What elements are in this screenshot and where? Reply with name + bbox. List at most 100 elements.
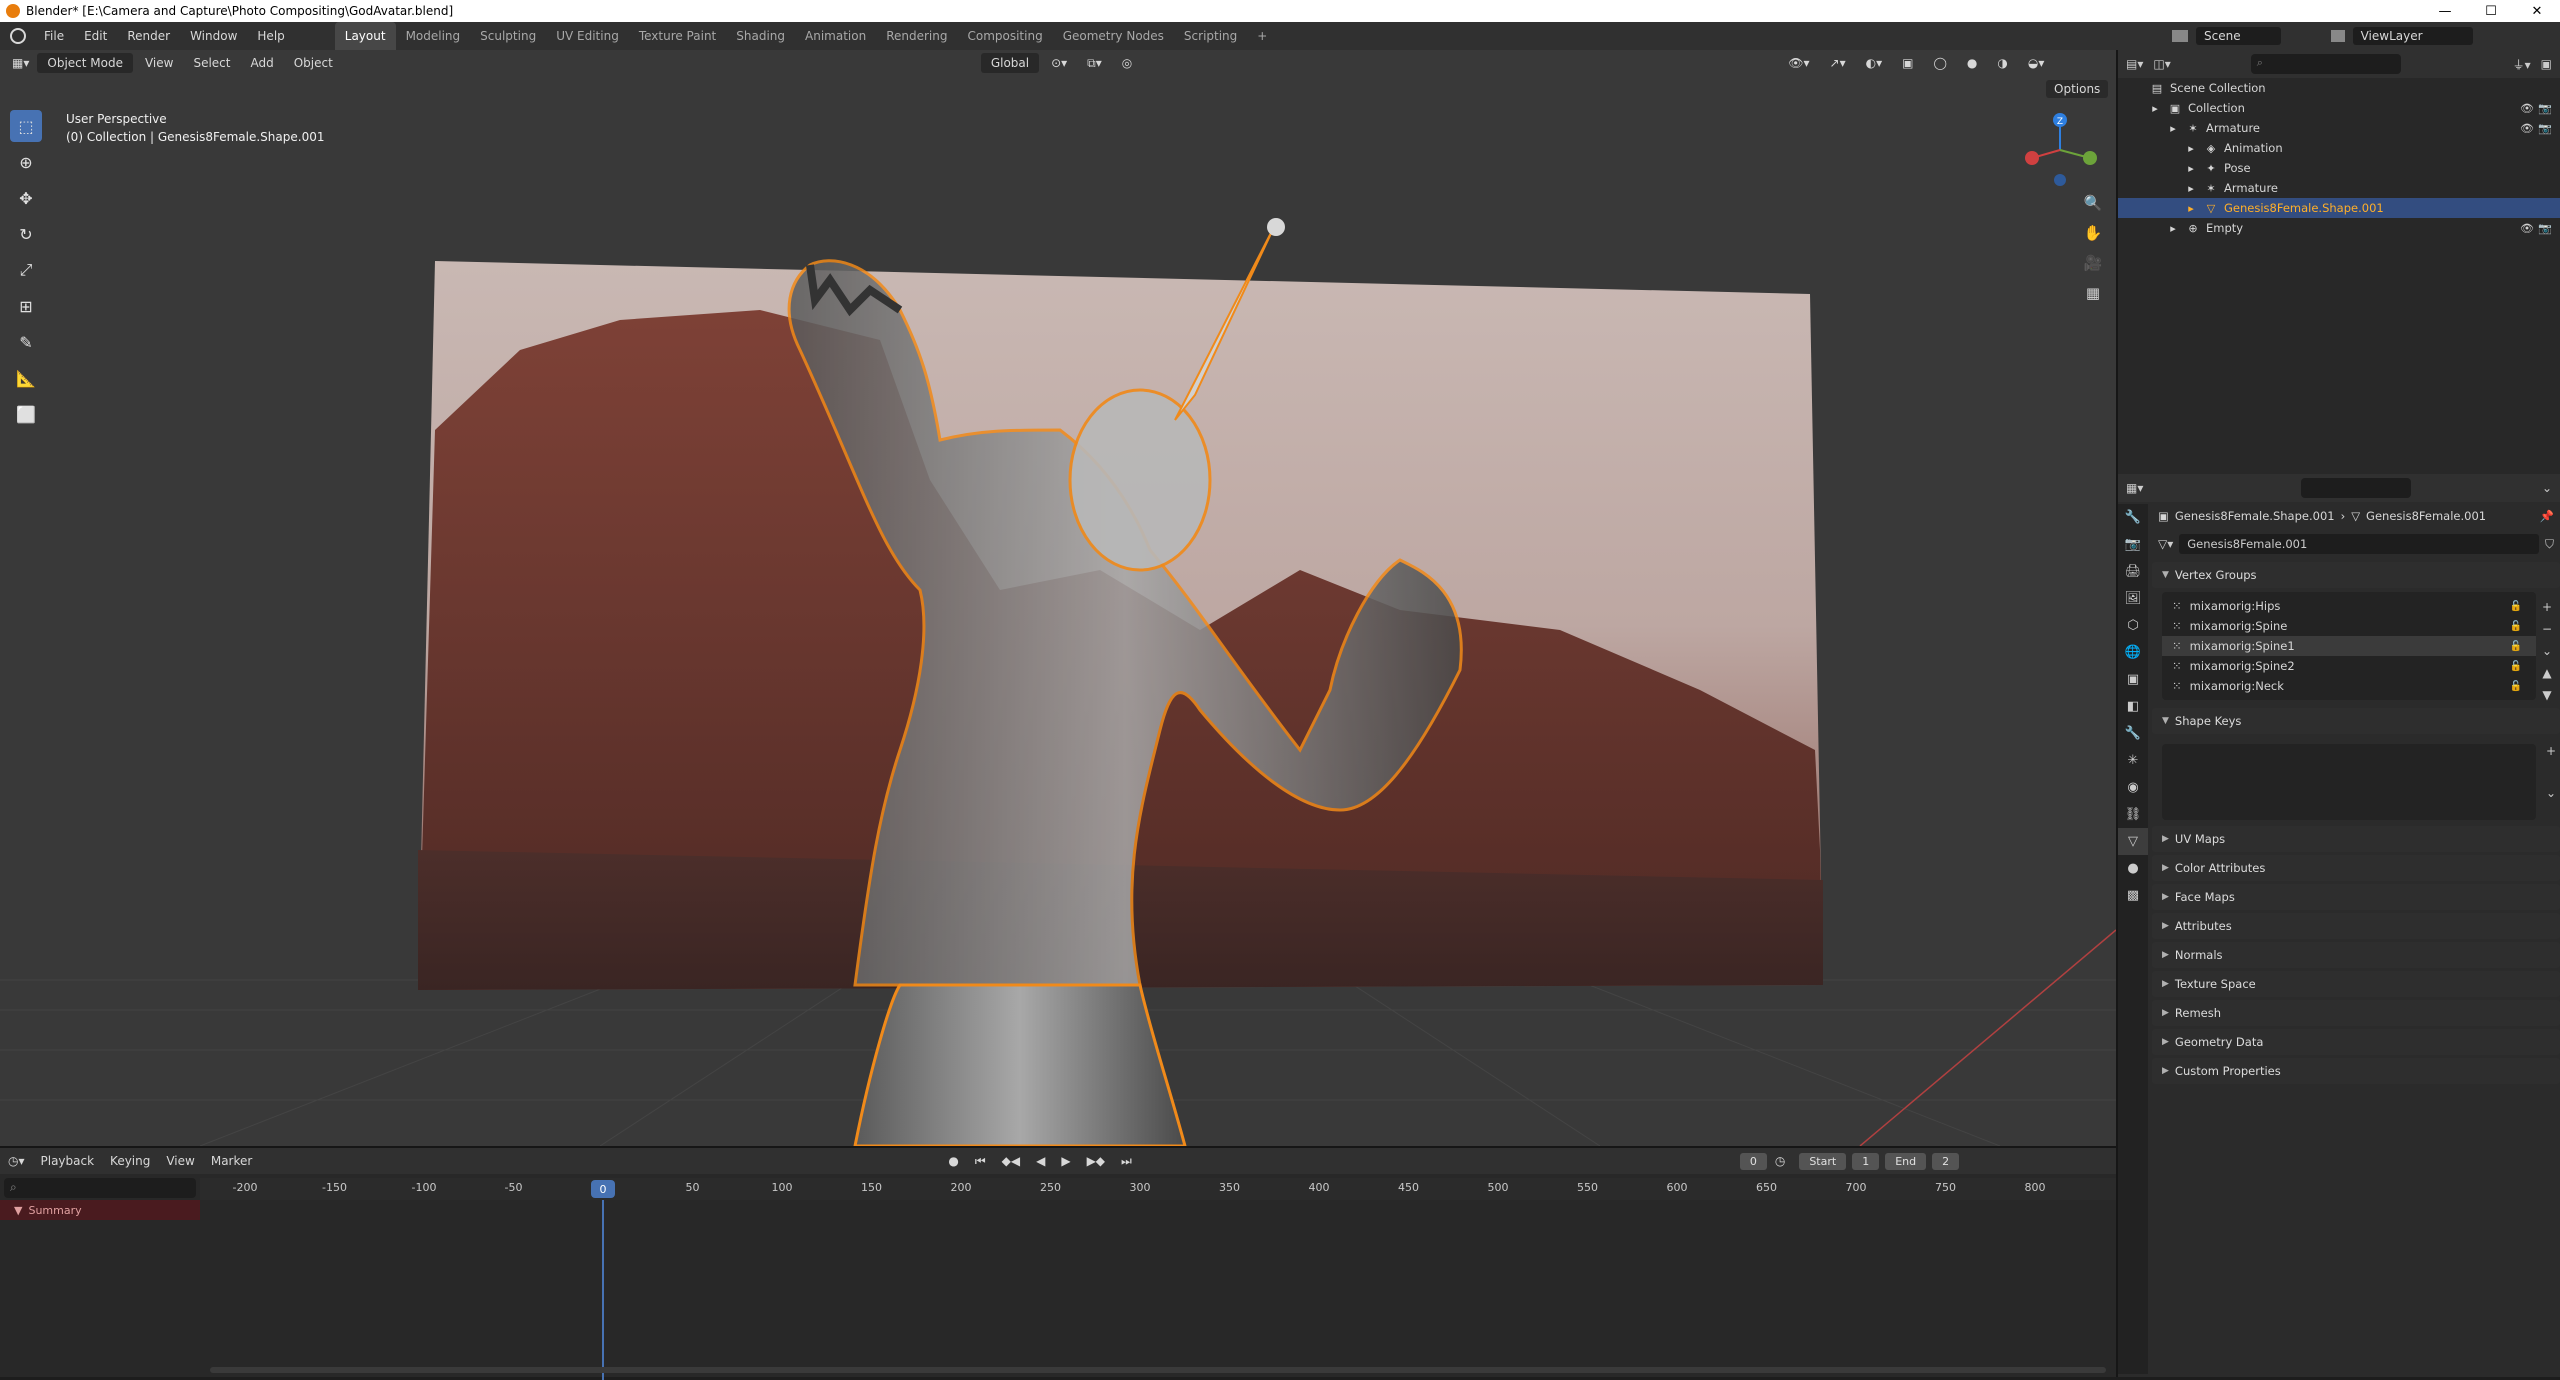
menu-help[interactable]: Help [247, 29, 294, 43]
shape-keys-panel-header[interactable]: ▼ Shape Keys [2152, 708, 2560, 734]
expand-arrow-icon[interactable] [2130, 81, 2144, 95]
outliner-row[interactable]: ▸ ✶ Armature 👁 📷 [2118, 118, 2560, 138]
mesh-data-tab-icon[interactable]: ▽ [2118, 828, 2148, 855]
outliner-search-input[interactable]: ⌕ [2250, 54, 2401, 74]
lock-icon[interactable]: 🔓 [2510, 641, 2522, 652]
cursor-tool-icon[interactable]: ⊕ [10, 146, 42, 178]
chevron-down-icon[interactable]: ⌄ [2542, 481, 2552, 495]
vertex-group-list[interactable]: ⁙ mixamorig:Hips 🔓 ⁙ mixamorig:Spine 🔓 ⁙ mixamo… [2162, 592, 2536, 700]
view-layer-tab-icon[interactable]: 🖼 [2118, 585, 2148, 612]
mode-dropdown[interactable]: Object Mode [37, 53, 133, 73]
pivot-icon[interactable]: ⊙▾ [1043, 53, 1075, 73]
world-tab-icon[interactable]: 🌐 [2118, 639, 2148, 666]
panel-header[interactable]: ▶ Texture Space [2152, 971, 2560, 997]
menu-render[interactable]: Render [117, 29, 180, 43]
object-tab-icon[interactable]: ◧ [2118, 693, 2148, 720]
vertex-groups-panel-header[interactable]: ▼ Vertex Groups [2152, 562, 2560, 588]
render-camera-icon[interactable]: 📷 [2538, 102, 2552, 115]
lock-icon[interactable]: 🔓 [2510, 661, 2522, 672]
zoom-icon[interactable]: 🔍 [2080, 190, 2106, 216]
perspective-toggle-icon[interactable]: ▦ [2080, 280, 2106, 306]
remove-vertex-group-icon[interactable]: − [2538, 618, 2556, 640]
scale-tool-icon[interactable]: ⤢ [10, 254, 42, 286]
output-tab-icon[interactable]: 🖨 [2118, 558, 2148, 585]
shading-rendered-icon[interactable]: ◒▾ [2020, 53, 2053, 73]
current-frame-field[interactable]: 0 [1739, 1152, 1767, 1170]
filter-icon[interactable]: ⏚▾ [2513, 56, 2531, 73]
jump-start-icon[interactable]: ⏮ [967, 1154, 994, 1169]
tab-sculpting[interactable]: Sculpting [470, 22, 546, 50]
outliner-row[interactable]: ▸ ◈ Animation [2118, 138, 2560, 158]
material-tab-icon[interactable]: ● [2118, 855, 2148, 882]
menu-window[interactable]: Window [180, 29, 247, 43]
texture-tab-icon[interactable]: ▩ [2118, 882, 2148, 909]
outliner-row[interactable]: ▸ ✦ Pose [2118, 158, 2560, 178]
tab-shading[interactable]: Shading [726, 22, 795, 50]
constraints-tab-icon[interactable]: ⛓ [2118, 801, 2148, 828]
outliner-row[interactable]: ▸ ✶ Armature [2118, 178, 2560, 198]
tab-animation[interactable]: Animation [795, 22, 876, 50]
mesh-browse-icon[interactable]: ▽▾ [2152, 537, 2179, 551]
playhead-line[interactable] [602, 1200, 604, 1380]
menu-marker[interactable]: Marker [203, 1154, 260, 1168]
pan-hand-icon[interactable]: ✋ [2080, 220, 2106, 246]
modifier-tab-icon[interactable]: 🔧 [2118, 720, 2148, 747]
vertex-group-item[interactable]: ⁙ mixamorig:Neck 🔓 [2162, 676, 2536, 696]
maximize-button[interactable]: ☐ [2468, 0, 2514, 22]
expand-arrow-icon[interactable]: ▸ [2184, 141, 2198, 155]
options-dropdown[interactable]: Options [2046, 80, 2109, 98]
lock-icon[interactable]: 🔓 [2510, 601, 2522, 612]
vertex-group-item[interactable]: ⁙ mixamorig:Hips 🔓 [2162, 596, 2536, 616]
add-cube-tool-icon[interactable]: ⬜ [10, 398, 42, 430]
menu-edit[interactable]: Edit [74, 29, 117, 43]
menu-keying[interactable]: Keying [102, 1154, 158, 1168]
panel-header[interactable]: ▶ Normals [2152, 942, 2560, 968]
menu-playback[interactable]: Playback [33, 1154, 103, 1168]
overlay-toggle-icon[interactable]: ◐▾ [1858, 53, 1891, 73]
expand-arrow-icon[interactable]: ▸ [2166, 221, 2180, 235]
panel-header[interactable]: ▶ Attributes [2152, 913, 2560, 939]
annotate-tool-icon[interactable]: ✎ [10, 326, 42, 358]
scene-selector[interactable]: Scene [2196, 27, 2281, 45]
specials-menu-icon[interactable]: ⌄ [2538, 640, 2556, 662]
shape-key-list[interactable] [2162, 744, 2536, 820]
timeline-scrollbar[interactable] [210, 1367, 2106, 1373]
timeline-editor-icon[interactable]: ◷▾ [0, 1154, 33, 1168]
properties-search-input[interactable] [2301, 478, 2412, 498]
render-camera-icon[interactable]: 📷 [2538, 222, 2552, 235]
panel-header[interactable]: ▶ Remesh [2152, 1000, 2560, 1026]
outliner-row[interactable]: ▤ Scene Collection [2118, 78, 2560, 98]
jump-keyframe-back-icon[interactable]: ◆◀ [994, 1154, 1028, 1168]
vertex-group-item[interactable]: ⁙ mixamorig:Spine1 🔓 [2162, 636, 2536, 656]
jump-keyframe-forward-icon[interactable]: ▶◆ [1079, 1154, 1113, 1168]
timeline-search-input[interactable]: ⌕ [4, 1178, 196, 1198]
new-collection-icon[interactable]: ▣ [2541, 57, 2552, 71]
add-shape-key-icon[interactable]: + [2546, 744, 2556, 758]
vertex-group-item[interactable]: ⁙ mixamorig:Spine 🔓 [2162, 616, 2536, 636]
move-tool-icon[interactable]: ✥ [10, 182, 42, 214]
visibility-eye-icon[interactable]: 👁 [2520, 222, 2534, 235]
clock-icon[interactable]: ◷ [1767, 1154, 1793, 1168]
pin-icon[interactable]: 📌 [2540, 509, 2554, 523]
play-icon[interactable]: ▶ [1053, 1154, 1078, 1168]
record-icon[interactable]: ● [940, 1154, 966, 1168]
outliner-row[interactable]: ▸ ▽ Genesis8Female.Shape.001 [2118, 198, 2560, 218]
shape-key-specials-icon[interactable]: ⌄ [2546, 786, 2556, 800]
panel-header[interactable]: ▶ Custom Properties [2152, 1058, 2560, 1084]
proportional-edit-icon[interactable]: ◎ [1114, 53, 1140, 73]
blender-logo-icon[interactable] [10, 28, 26, 44]
start-frame-field[interactable]: 1 [1852, 1152, 1880, 1170]
shading-material-icon[interactable]: ◑ [1989, 53, 2015, 73]
scene-tab-icon[interactable]: ⬡ [2118, 612, 2148, 639]
tab-scripting[interactable]: Scripting [1174, 22, 1247, 50]
menu-file[interactable]: File [34, 29, 74, 43]
3d-viewport[interactable]: ▦▾ Object Mode View Select Add Object Gl… [0, 50, 2116, 1146]
lock-icon[interactable]: 🔓 [2510, 621, 2522, 632]
collection-tab-icon[interactable]: ▣ [2118, 666, 2148, 693]
lock-icon[interactable]: 🔓 [2510, 681, 2522, 692]
vertex-group-item[interactable]: ⁙ mixamorig:Spine2 🔓 [2162, 656, 2536, 676]
minimize-button[interactable]: — [2422, 0, 2468, 22]
frame-ruler[interactable]: -200 -150 -100 -50 0 50 100 150 200 250 300 350 400 4… [200, 1178, 2116, 1200]
shading-solid-icon[interactable]: ● [1959, 53, 1985, 73]
rotate-tool-icon[interactable]: ↻ [10, 218, 42, 250]
